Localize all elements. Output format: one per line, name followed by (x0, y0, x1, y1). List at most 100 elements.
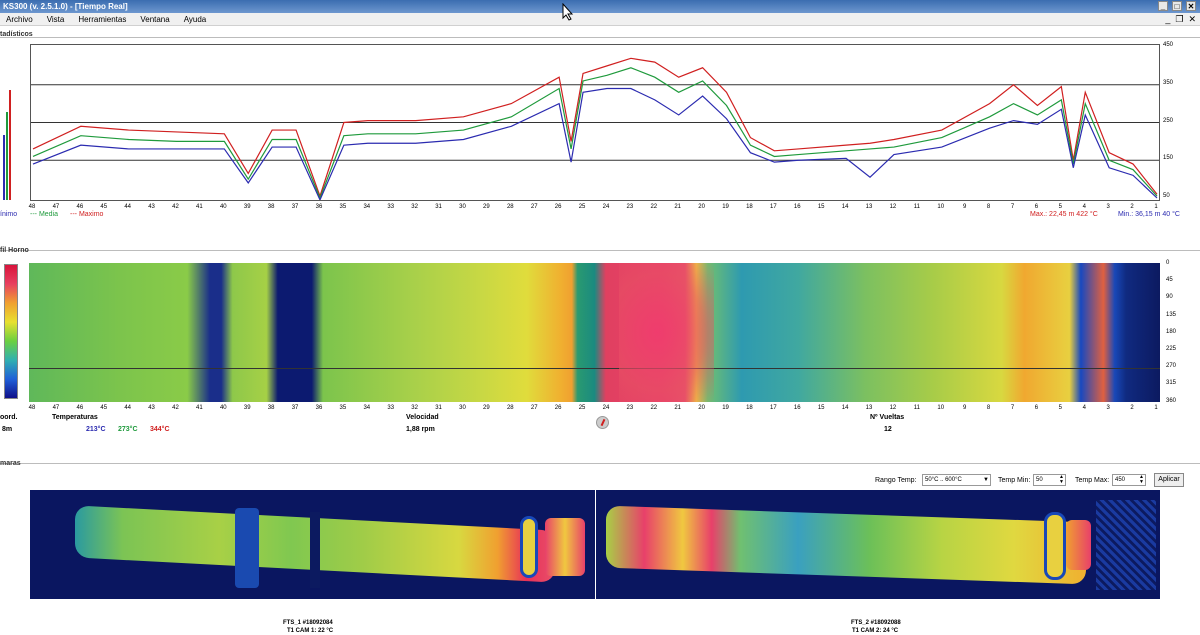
perfil-x-tick-label: 7 (1010, 405, 1015, 411)
temp-min-input-value: 50 (1036, 477, 1043, 483)
perfil-x-tick-label: 20 (698, 405, 705, 411)
velocidad-label: Velocidad (406, 414, 439, 421)
x-tick-label: 30 (459, 204, 466, 210)
x-tick-label: 47 (52, 204, 60, 210)
perfil-x-tick-label: 14 (841, 405, 849, 411)
x-tick-label: 31 (435, 204, 442, 210)
perfil-y-tick-label: 45 (1166, 277, 1173, 284)
perfil-x-tick-label: 13 (865, 405, 873, 411)
temp-min-value: 213°C (86, 426, 106, 433)
temp-max-label: Temp Max: (1075, 477, 1110, 484)
perfil-x-tick-label: 32 (411, 405, 418, 411)
camera-divider (595, 490, 596, 599)
x-tick-label: 13 (865, 204, 873, 210)
x-tick-label: 35 (339, 204, 347, 210)
x-tick-label: 41 (196, 204, 203, 210)
y-tick-label: 450 (1163, 42, 1174, 48)
x-tick-label: 22 (650, 204, 658, 210)
x-tick-label: 11 (913, 204, 920, 210)
x-tick-label: 4 (1082, 204, 1086, 210)
stats-panel-title: tadísticos (0, 31, 33, 38)
perfil-x-tick-label: 34 (363, 405, 371, 411)
x-tick-label: 5 (1058, 204, 1062, 210)
perfil-x-tick-label: 1 (1154, 405, 1158, 411)
x-tick-label: 46 (76, 204, 84, 210)
perfil-x-tick-label: 11 (913, 405, 920, 411)
legend-maximo: --- Maximo (70, 211, 104, 218)
mdi-close-button[interactable]: ✕ (1188, 14, 1196, 24)
window-title-bar: KS300 (v. 2.5.1.0) - [Tiempo Real] _ □ ✕ (0, 0, 1200, 13)
velocidad-value: 1,88 rpm (406, 426, 435, 433)
x-tick-label: 33 (387, 204, 395, 210)
menu-archivo[interactable]: Archivo (6, 13, 33, 25)
mdi-minimize-button[interactable]: _ (1165, 14, 1170, 24)
mdi-restore-button[interactable]: ❐ (1175, 14, 1183, 24)
x-tick-label: 48 (28, 204, 36, 210)
minimize-button[interactable]: _ (1158, 1, 1168, 11)
perfil-x-tick-label: 9 (963, 405, 967, 411)
perfil-x-tick-label: 25 (578, 405, 586, 411)
temp-max-input[interactable]: 450 ▲ ▼ (1112, 474, 1146, 486)
menu-ayuda[interactable]: Ayuda (184, 13, 207, 25)
perfil-x-tick-label: 30 (459, 405, 466, 411)
rango-temp-select[interactable]: 50°C .. 600°C ▼ (922, 474, 991, 486)
perfil-x-tick-label: 28 (506, 405, 514, 411)
perfil-panel-title: fil Horno (0, 247, 29, 254)
x-tick-label: 44 (124, 204, 131, 210)
perfil-x-tick-label: 29 (483, 405, 490, 411)
x-tick-label: 26 (554, 204, 562, 210)
perfil-x-tick-label: 6 (1034, 405, 1039, 411)
aplicar-button[interactable]: Aplicar (1154, 473, 1184, 487)
camera-1-label: FTS_1 #18092084 (283, 620, 333, 626)
perfil-x-tick-label: 23 (626, 405, 634, 411)
maximize-button[interactable]: □ (1172, 1, 1182, 11)
x-tick-label: 1 (1154, 204, 1158, 210)
mouse-cursor-icon (562, 3, 574, 21)
perfil-y-tick-label: 90 (1166, 294, 1173, 301)
y-tick-label: 50 (1163, 193, 1170, 199)
perfil-y-tick-label: 360 (1166, 397, 1177, 404)
perfil-x-tick-label: 37 (291, 405, 299, 411)
perfil-x-tick-label: 42 (172, 405, 179, 411)
perfil-y-tick-label: 225 (1166, 346, 1177, 352)
x-tick-label: 40 (219, 204, 227, 210)
x-tick-label: 20 (698, 204, 705, 210)
x-tick-label: 21 (674, 204, 682, 210)
x-tick-label: 18 (746, 204, 753, 210)
perfil-x-tick-label: 44 (124, 405, 131, 411)
menu-herramientas[interactable]: Herramientas (78, 13, 126, 25)
perfil-x-tick-label: 33 (387, 405, 395, 411)
perfil-x-tick-label: 39 (243, 405, 251, 411)
perfil-x-tick-label: 35 (339, 405, 347, 411)
spinner-icon[interactable]: ▲ ▼ (1059, 475, 1064, 485)
spinner-icon[interactable]: ▲ ▼ (1139, 475, 1144, 485)
camera-1-thermal-image (30, 490, 595, 599)
perfil-x-tick-label: 36 (315, 405, 323, 411)
vueltas-label: Nº Vueltas (870, 414, 905, 421)
menu-ventana[interactable]: Ventana (140, 13, 169, 25)
window-title: KS300 (v. 2.5.1.0) - [Tiempo Real] (3, 2, 128, 11)
menu-vista[interactable]: Vista (47, 13, 65, 25)
x-tick-label: 19 (722, 204, 729, 210)
x-tick-label: 36 (315, 204, 323, 210)
perfil-x-tick-label: 19 (722, 405, 729, 411)
perfil-x-tick-label: 48 (28, 405, 36, 411)
perfil-x-tick-label: 45 (100, 405, 108, 411)
color-scale-legend (4, 264, 18, 399)
x-tick-label: 17 (770, 204, 777, 210)
temp-min-input[interactable]: 50 ▲ ▼ (1033, 474, 1066, 486)
x-tick-label: 8 (986, 204, 991, 210)
vueltas-value: 12 (884, 426, 892, 433)
x-tick-label: 29 (483, 204, 490, 210)
perfil-x-tick-label: 18 (746, 405, 753, 411)
kiln-thermal-profile-heatmap (29, 263, 1160, 402)
perfil-divider (0, 250, 1200, 251)
y-tick-label: 250 (1163, 117, 1174, 124)
camera-1-sub: T1 CAM 1: 22 °C (287, 628, 334, 634)
stats-chart-frame (30, 44, 1160, 201)
close-button[interactable]: ✕ (1186, 1, 1196, 11)
perfil-x-tick-label: 15 (817, 405, 825, 411)
series-line-minimo (32, 87, 1158, 200)
legend-minimo: ínimo (0, 211, 18, 218)
perfil-x-tick-label: 2 (1130, 405, 1134, 411)
